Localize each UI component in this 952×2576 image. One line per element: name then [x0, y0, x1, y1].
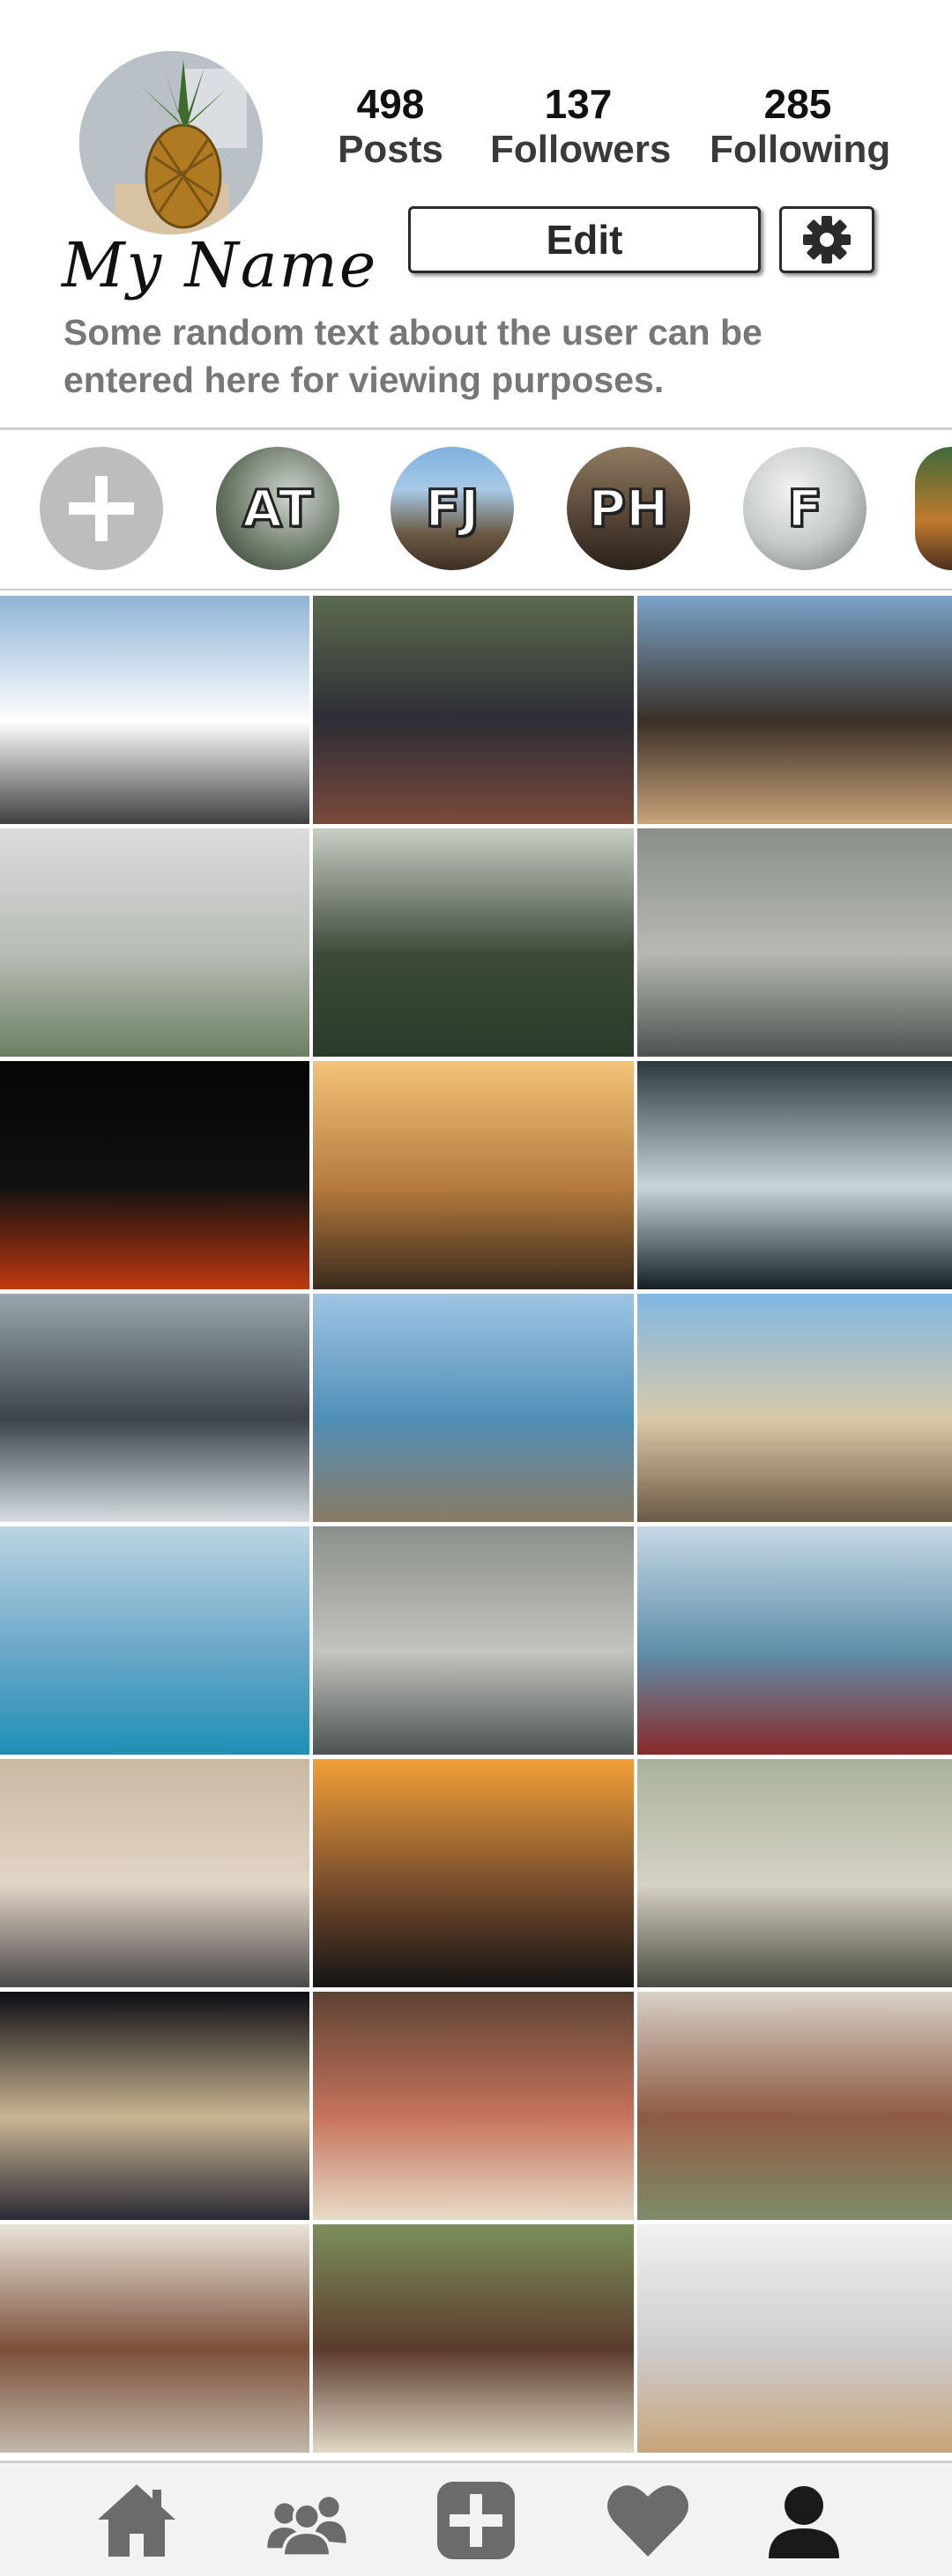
pineapple-photo [79, 51, 263, 234]
posts-label: Posts [338, 128, 443, 171]
post-thumbnail[interactable] [313, 828, 634, 1061]
add-post-icon [437, 2482, 515, 2559]
post-thumbnail[interactable] [637, 1759, 952, 1992]
post-thumbnail[interactable] [637, 2224, 952, 2457]
nav-friends[interactable] [263, 2481, 351, 2560]
story-fj[interactable]: FJ [390, 447, 514, 570]
following-count: 285 [763, 81, 832, 127]
post-thumbnail[interactable] [0, 1759, 309, 1992]
post-thumbnail[interactable] [313, 1992, 634, 2224]
post-thumbnail[interactable] [313, 1061, 634, 1294]
nav-add-post[interactable] [432, 2481, 520, 2560]
post-thumbnail[interactable] [313, 2224, 634, 2457]
post-thumbnail[interactable] [637, 1294, 952, 1526]
posts-count: 498 [356, 81, 425, 127]
posts-stat[interactable]: 498 Posts [302, 81, 479, 173]
settings-button[interactable] [779, 206, 874, 273]
gear-icon [803, 216, 851, 264]
post-thumbnail[interactable] [313, 1294, 634, 1526]
avatar[interactable] [79, 51, 263, 234]
post-thumbnail[interactable] [0, 2224, 309, 2457]
nav-home[interactable] [93, 2481, 181, 2560]
nav-profile[interactable] [760, 2481, 848, 2560]
divider [0, 427, 952, 430]
post-thumbnail[interactable] [637, 1526, 952, 1759]
story-ph[interactable]: PH [567, 447, 690, 570]
post-grid [0, 596, 952, 2457]
post-thumbnail[interactable] [313, 1759, 634, 1992]
edit-profile-button[interactable]: Edit [408, 206, 761, 273]
post-thumbnail[interactable] [0, 596, 309, 828]
plus-icon [69, 476, 134, 541]
post-thumbnail[interactable] [313, 596, 634, 828]
following-label: Following [710, 128, 891, 171]
story-label: PH [587, 478, 670, 540]
story-at[interactable]: AT [216, 447, 339, 570]
post-thumbnail[interactable] [637, 596, 952, 828]
post-thumbnail[interactable] [637, 1061, 952, 1294]
story-label: FJ [424, 478, 480, 540]
story-label: F [786, 478, 824, 540]
divider [0, 589, 952, 590]
story-partial[interactable] [915, 447, 952, 570]
story-label: AT [242, 478, 315, 540]
add-story-button[interactable] [40, 447, 163, 570]
profile-icon [769, 2486, 839, 2558]
followers-count: 137 [544, 81, 613, 127]
post-thumbnail[interactable] [0, 1061, 309, 1294]
nav-likes[interactable] [604, 2481, 692, 2560]
followers-label: Followers [490, 128, 672, 171]
post-thumbnail[interactable] [637, 828, 952, 1061]
post-thumbnail[interactable] [0, 1294, 309, 1526]
post-thumbnail[interactable] [0, 1526, 309, 1759]
following-stat[interactable]: 285 Following [710, 81, 891, 173]
profile-name: My Name [62, 229, 378, 301]
people-icon [267, 2497, 346, 2557]
post-thumbnail[interactable] [637, 1992, 952, 2224]
post-thumbnail[interactable] [0, 828, 309, 1061]
post-thumbnail[interactable] [0, 1992, 309, 2224]
home-icon [98, 2484, 175, 2557]
post-thumbnail[interactable] [313, 1526, 634, 1759]
profile-bio: Some random text about the user can be e… [63, 312, 762, 400]
heart-icon [607, 2485, 688, 2557]
story-f[interactable]: F [743, 447, 866, 570]
bottom-nav [0, 2461, 952, 2576]
followers-stat[interactable]: 137 Followers [490, 81, 672, 173]
